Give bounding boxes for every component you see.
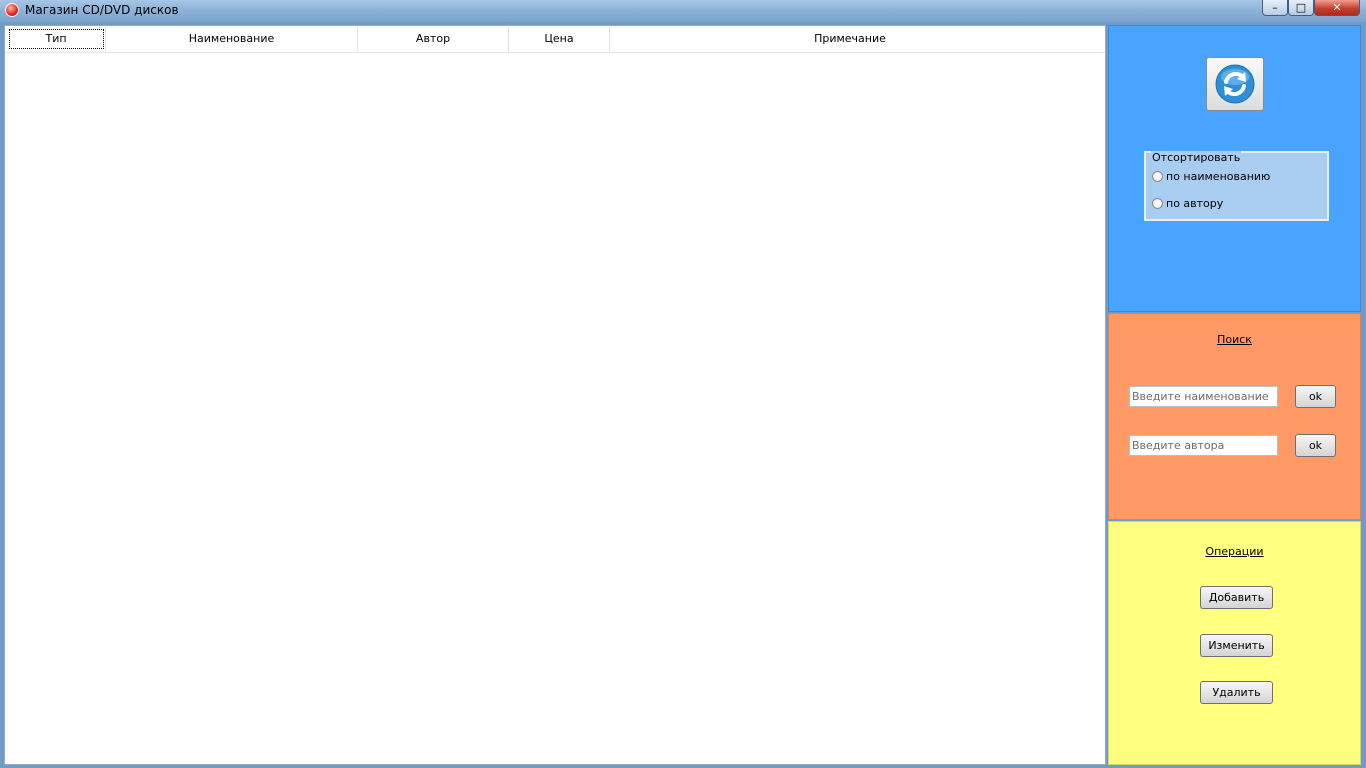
column-header-type[interactable]: Тип — [7, 27, 106, 51]
sort-panel: Отсортировать по наименованию по автору — [1108, 25, 1361, 312]
maximize-button[interactable]: □ — [1288, 0, 1314, 16]
search-name-input[interactable] — [1129, 386, 1278, 407]
sort-by-author-label: по автору — [1166, 197, 1224, 210]
add-button[interactable]: Добавить — [1200, 586, 1273, 609]
operations-panel: Операции Добавить Изменить Удалить — [1108, 521, 1361, 765]
title-bar[interactable]: Магазин CD/DVD дисков – □ ✕ — [0, 0, 1366, 22]
refresh-button[interactable] — [1206, 57, 1264, 111]
search-name-ok-button[interactable]: ok — [1295, 385, 1336, 408]
sort-legend: Отсортировать — [1151, 151, 1242, 164]
app-disc-icon — [5, 3, 19, 17]
sort-by-name-option[interactable]: по наименованию — [1152, 170, 1270, 183]
minimize-button[interactable]: – — [1262, 0, 1288, 16]
column-header-note[interactable]: Примечание — [610, 27, 1090, 51]
close-icon: ✕ — [1332, 1, 1342, 14]
column-header-price[interactable]: Цена — [509, 27, 610, 51]
column-header-name[interactable]: Наименование — [106, 27, 358, 51]
discs-grid[interactable]: Тип Наименование Автор Цена Примечание — [4, 25, 1106, 765]
sort-by-name-label: по наименованию — [1166, 170, 1271, 183]
radio-button-icon[interactable] — [1152, 198, 1163, 209]
radio-button-icon[interactable] — [1152, 171, 1163, 182]
close-button[interactable]: ✕ — [1314, 0, 1360, 16]
maximize-icon: □ — [1295, 1, 1307, 14]
grid-header: Тип Наименование Автор Цена Примечание — [5, 26, 1105, 53]
sort-by-author-option[interactable]: по автору — [1152, 197, 1223, 210]
search-author-ok-button[interactable]: ok — [1295, 434, 1336, 457]
edit-button[interactable]: Изменить — [1200, 634, 1273, 657]
search-panel: Поиск ok ok — [1108, 313, 1361, 520]
sort-group: Отсортировать по наименованию по автору — [1144, 151, 1329, 221]
minimize-icon: – — [1272, 1, 1278, 14]
window-title: Магазин CD/DVD дисков — [25, 3, 179, 17]
operations-title: Операции — [1205, 545, 1264, 558]
refresh-icon — [1215, 64, 1255, 104]
delete-button[interactable]: Удалить — [1200, 681, 1273, 704]
column-header-author[interactable]: Автор — [358, 27, 509, 51]
search-title: Поиск — [1217, 333, 1252, 346]
search-author-input[interactable] — [1129, 435, 1278, 456]
